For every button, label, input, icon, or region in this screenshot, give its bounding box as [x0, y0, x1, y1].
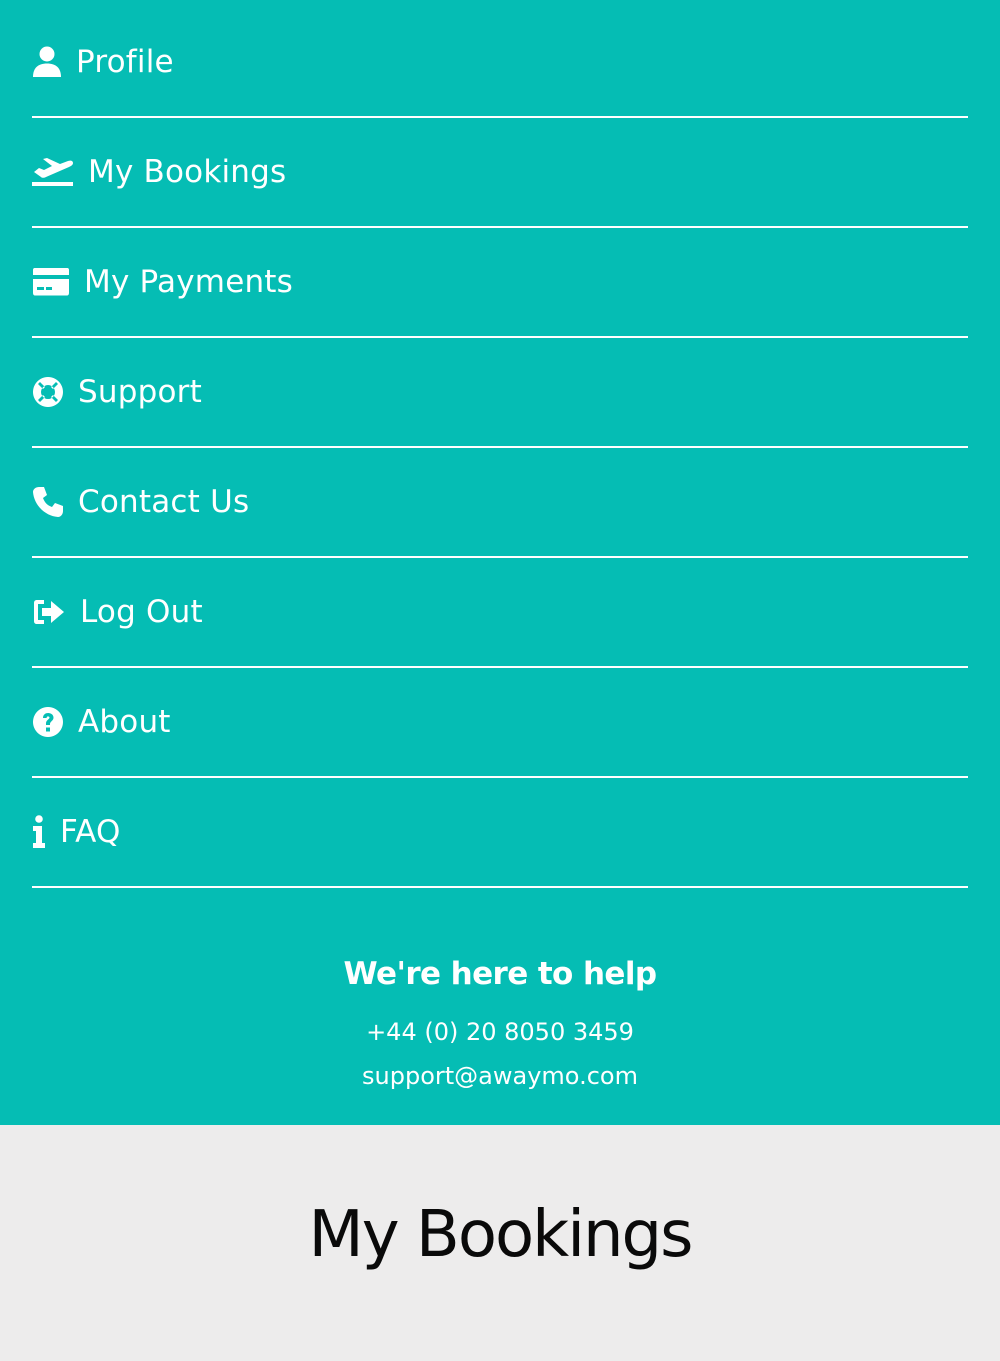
menu-item-profile[interactable]: Profile: [32, 8, 968, 118]
question-circle-icon: [32, 705, 64, 739]
menu-item-label: Profile: [76, 44, 174, 80]
phone-icon: [32, 485, 64, 519]
menu-item-label: FAQ: [60, 814, 121, 850]
menu-item-label: About: [78, 704, 171, 740]
menu-item-label: Support: [78, 374, 202, 410]
menu-item-my-payments[interactable]: My Payments: [32, 228, 968, 338]
menu-item-log-out[interactable]: Log Out: [32, 558, 968, 668]
menu-item-support[interactable]: Support: [32, 338, 968, 448]
page-title: My Bookings: [308, 1198, 693, 1272]
help-phone-link[interactable]: +44 (0) 20 8050 3459: [0, 1010, 1000, 1054]
help-title: We're here to help: [343, 956, 658, 992]
user-icon: [32, 45, 62, 79]
help-email-link[interactable]: support@awaymo.com: [0, 1054, 1000, 1098]
sign-out-icon: [32, 595, 66, 629]
menu-item-faq[interactable]: FAQ: [32, 778, 968, 888]
menu-item-label: My Bookings: [88, 154, 287, 190]
menu-item-my-bookings[interactable]: My Bookings: [32, 118, 968, 228]
info-icon: [32, 815, 46, 849]
menu-item-label: Contact Us: [78, 484, 250, 520]
credit-card-icon: [32, 265, 70, 299]
plane-departure-icon: [32, 155, 74, 189]
menu-list: Profile My Bookings My Payments Support …: [32, 8, 968, 888]
help-section: We're here to help +44 (0) 20 8050 3459 …: [0, 950, 1000, 1098]
menu-item-contact-us[interactable]: Contact Us: [32, 448, 968, 558]
side-menu: Profile My Bookings My Payments Support …: [0, 0, 1000, 1125]
life-ring-icon: [32, 375, 64, 409]
menu-item-label: My Payments: [84, 264, 294, 300]
menu-item-about[interactable]: About: [32, 668, 968, 778]
menu-item-label: Log Out: [80, 594, 203, 630]
